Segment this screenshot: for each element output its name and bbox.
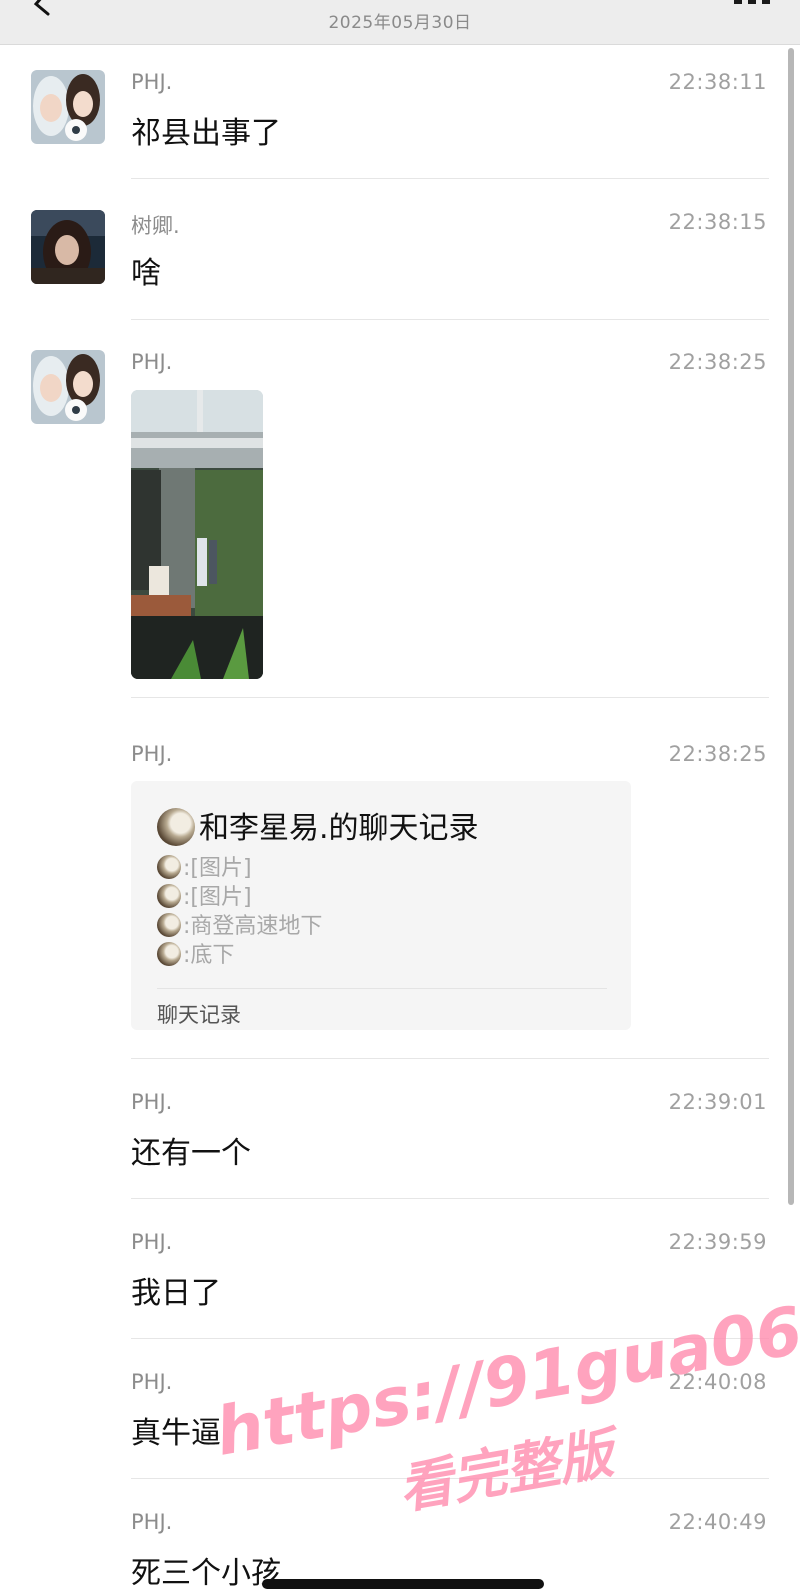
scrollbar[interactable]	[788, 48, 794, 1205]
message-time: 22:40:08	[668, 1370, 767, 1394]
avatar[interactable]	[31, 210, 105, 284]
chat-record-line: :[图片]	[157, 850, 252, 882]
message-time: 22:39:01	[668, 1090, 767, 1114]
sender-name: PHJ.	[131, 350, 173, 374]
message-text: 啥	[131, 256, 161, 291]
rock-emoji-icon	[157, 884, 181, 908]
message-text: 祁县出事了	[131, 116, 281, 151]
chat-record-card[interactable]: 和李星易.的聊天记录 :[图片] :[图片] :商登高速地下 :底下 聊天记录	[131, 781, 631, 1030]
home-indicator[interactable]	[262, 1579, 544, 1589]
rock-emoji-icon	[157, 808, 195, 846]
message-text: 我日了	[131, 1276, 221, 1311]
rock-emoji-icon	[157, 913, 181, 937]
chat-record-title: 和李星易.的聊天记录	[157, 803, 479, 847]
more-icon[interactable]	[734, 0, 770, 4]
message-text: 还有一个	[131, 1136, 251, 1171]
header-title-cut-off	[250, 0, 590, 6]
message-text: 真牛逼	[131, 1416, 221, 1451]
sender-name: PHJ.	[131, 1090, 173, 1114]
sender-name: PHJ.	[131, 742, 173, 766]
sender-name: PHJ.	[131, 1370, 173, 1394]
divider	[157, 988, 607, 989]
divider	[131, 1058, 769, 1059]
message-time: 22:39:59	[668, 1230, 767, 1254]
photo-attachment[interactable]	[131, 390, 263, 679]
message-time: 22:38:25	[668, 742, 767, 766]
divider	[131, 697, 769, 698]
chat-record-line: :底下	[157, 937, 234, 969]
watermark: https://91gua06.com 看完整版	[210, 1261, 800, 1592]
header-date: 2025年05月30日	[328, 13, 472, 33]
avatar[interactable]	[31, 70, 105, 144]
sender-name: PHJ.	[131, 1230, 173, 1254]
chat-history-header: 2025年05月30日	[0, 0, 800, 45]
rock-emoji-icon	[157, 942, 181, 966]
rock-emoji-icon	[157, 855, 181, 879]
sender-name: PHJ.	[131, 70, 173, 94]
avatar[interactable]	[31, 350, 105, 424]
chat-record-label: 聊天记录	[157, 1003, 241, 1027]
sender-name: PHJ.	[131, 1510, 173, 1534]
message-time: 22:38:25	[668, 350, 767, 374]
watermark-url: https://91gua06.com	[210, 1260, 800, 1471]
chat-record-line: :[图片]	[157, 879, 252, 911]
sender-name: 树卿.	[131, 214, 180, 238]
divider	[131, 1338, 769, 1339]
watermark-text: 看完整版	[393, 1421, 618, 1522]
divider	[131, 1198, 769, 1199]
divider	[131, 319, 769, 320]
message-time: 22:38:11	[668, 70, 767, 94]
divider	[131, 1478, 769, 1479]
chat-record-line: :商登高速地下	[157, 908, 322, 940]
divider	[131, 178, 769, 179]
message-time: 22:38:15	[668, 210, 767, 234]
message-time: 22:40:49	[668, 1510, 767, 1534]
message-text: 死三个小孩	[131, 1556, 281, 1591]
